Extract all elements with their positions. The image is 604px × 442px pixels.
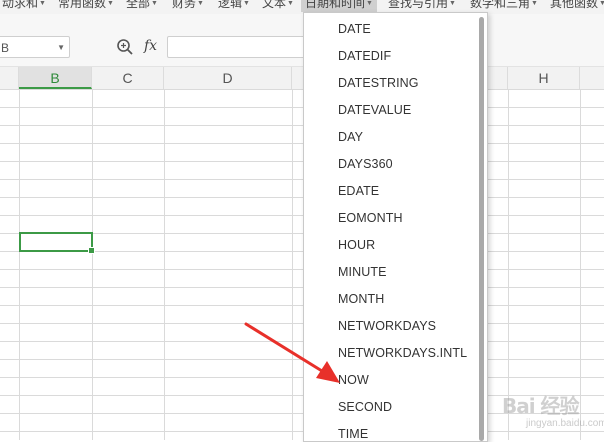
column-header-g[interactable] [486, 67, 508, 89]
column-header-b[interactable]: B [19, 67, 92, 89]
name-box[interactable]: B ▼ [0, 36, 70, 58]
date-time-function-menu: DATE DATEDIF DATESTRING DATEVALUE DAY DA… [303, 12, 488, 442]
column-header-row: B C D H [0, 66, 604, 90]
menu-item-now[interactable]: NOW [338, 373, 369, 387]
chevron-down-icon[interactable]: ▼ [57, 43, 65, 52]
ribbon-tab-label: 其他函数 [550, 0, 599, 10]
ribbon-tab-all[interactable]: 全部▼ [126, 0, 158, 11]
column-header-h[interactable]: H [508, 67, 580, 89]
caret-down-icon: ▼ [243, 0, 250, 7]
ribbon-tab-label: 逻辑 [218, 0, 243, 10]
ribbon-tab-logic[interactable]: 逻辑▼ [218, 0, 250, 11]
menu-item-day[interactable]: DAY [338, 130, 363, 144]
watermark-url: jingyan.baidu.com [526, 418, 604, 429]
ribbon-tab-autosum[interactable]: 动求和▼ [2, 0, 46, 11]
ribbon-tab-text[interactable]: 文本▼ [262, 0, 294, 11]
caret-down-icon: ▼ [366, 0, 373, 7]
menu-item-hour[interactable]: HOUR [338, 238, 375, 252]
ribbon-tab-label: 财务 [172, 0, 197, 10]
menu-item-month[interactable]: MONTH [338, 292, 384, 306]
menu-item-networkdays-intl[interactable]: NETWORKDAYS.INTL [338, 346, 467, 360]
fill-handle[interactable] [88, 247, 95, 254]
menu-item-days360[interactable]: DAYS360 [338, 157, 393, 171]
caret-down-icon: ▼ [287, 0, 294, 7]
grid-line [92, 89, 93, 440]
formula-bar: B ▼ fx [0, 14, 604, 66]
caret-down-icon: ▼ [531, 0, 538, 7]
zoom-search-icon[interactable] [116, 38, 134, 56]
formula-input[interactable] [167, 36, 307, 58]
ribbon-tab-label: 查找与引用 [388, 0, 449, 10]
ribbon-tab-label: 全部 [126, 0, 151, 10]
caret-down-icon: ▼ [107, 0, 114, 7]
ribbon-tab-date-time[interactable]: 日期和时间▼ [301, 0, 377, 12]
active-cell-selection[interactable] [19, 232, 95, 254]
ribbon-tab-label: 动求和 [2, 0, 39, 10]
menu-item-networkdays[interactable]: NETWORKDAYS [338, 319, 436, 333]
column-header-a[interactable] [0, 67, 19, 89]
column-header-c[interactable]: C [92, 67, 164, 89]
caret-down-icon: ▼ [151, 0, 158, 7]
menu-item-eomonth[interactable]: EOMONTH [338, 211, 403, 225]
ribbon-tab-math[interactable]: 数学和三角▼ [470, 0, 538, 11]
fx-insert-function-icon[interactable]: fx [144, 38, 157, 54]
ribbon-tab-label: 日期和时间 [305, 0, 366, 10]
menu-item-time[interactable]: TIME [338, 427, 368, 441]
ribbon-tab-label: 文本 [262, 0, 287, 10]
caret-down-icon: ▼ [197, 0, 204, 7]
ribbon-tab-lookup[interactable]: 查找与引用▼ [388, 0, 456, 11]
grid-line [292, 89, 293, 440]
menu-item-datestring[interactable]: DATESTRING [338, 76, 419, 90]
menu-scrollbar[interactable] [479, 17, 484, 441]
ribbon-tab-common-functions[interactable]: 常用函数▼ [58, 0, 114, 11]
column-header-i[interactable] [580, 67, 604, 89]
menu-item-datevalue[interactable]: DATEVALUE [338, 103, 411, 117]
ribbon-tab-finance[interactable]: 财务▼ [172, 0, 204, 11]
function-category-ribbon: 动求和▼ 常用函数▼ 全部▼ 财务▼ 逻辑▼ 文本▼ 日期和时间▼ 查找与引用▼… [0, 0, 604, 14]
caret-down-icon: ▼ [449, 0, 456, 7]
name-box-value: B [1, 41, 10, 55]
column-header-d[interactable]: D [164, 67, 292, 89]
menu-item-minute[interactable]: MINUTE [338, 265, 387, 279]
menu-item-second[interactable]: SECOND [338, 400, 392, 414]
ribbon-tab-label: 数学和三角 [470, 0, 531, 10]
watermark-text: Bai 经验 [502, 394, 580, 418]
caret-down-icon: ▼ [599, 0, 604, 7]
ribbon-tab-other[interactable]: 其他函数▼ [550, 0, 604, 11]
grid-line [19, 89, 20, 440]
menu-item-datedif[interactable]: DATEDIF [338, 49, 391, 63]
caret-down-icon: ▼ [39, 0, 46, 7]
menu-item-date[interactable]: DATE [338, 22, 371, 36]
menu-item-edate[interactable]: EDATE [338, 184, 379, 198]
ribbon-tab-label: 常用函数 [58, 0, 107, 10]
watermark: Bai 经验 jingyan.baidu.com [496, 378, 604, 438]
grid-line [164, 89, 165, 440]
